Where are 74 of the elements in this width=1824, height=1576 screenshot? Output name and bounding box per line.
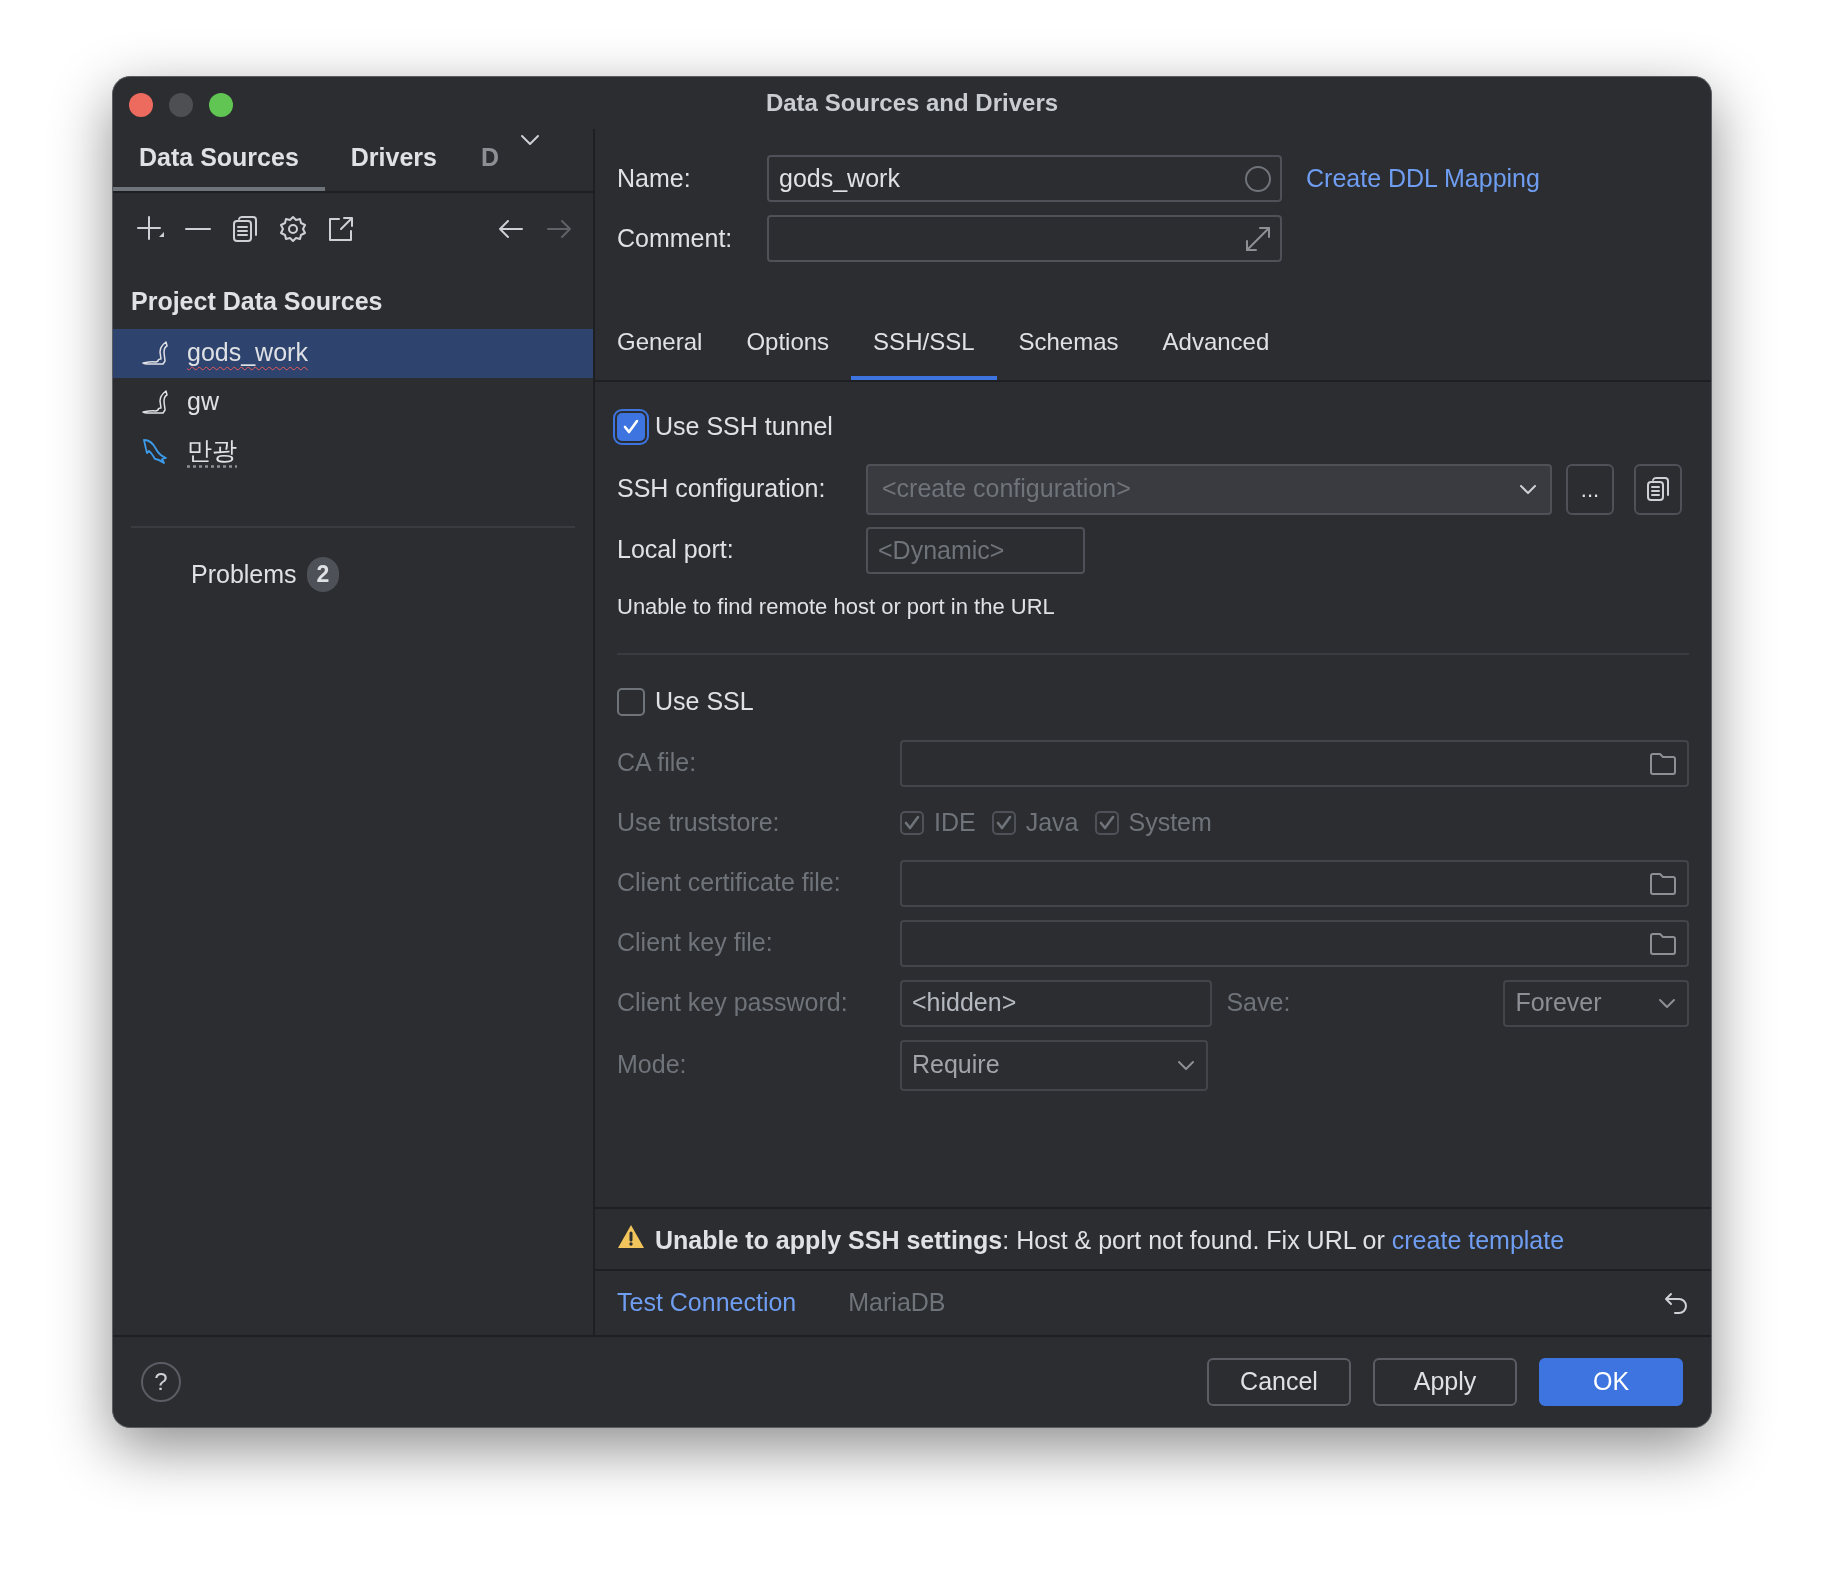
field-label: Name: (617, 162, 692, 194)
warning-icon (617, 1223, 645, 1251)
export-button[interactable] (327, 215, 355, 243)
field-label: Mode: (617, 1049, 688, 1081)
folder-icon (1649, 750, 1677, 776)
revert-button[interactable] (1663, 1290, 1689, 1316)
client-certificate-file-field[interactable] (900, 859, 1689, 907)
ca-file-field[interactable] (900, 739, 1689, 787)
sidebar-tab[interactable]: Data Sources (113, 129, 325, 191)
settings-button[interactable] (279, 215, 307, 243)
copy-icon (231, 215, 259, 243)
sidebar-tab[interactable]: Drivers (324, 129, 463, 191)
check-icon (622, 417, 640, 436)
tab[interactable]: Schemas (996, 312, 1141, 380)
external-arrow-icon (327, 215, 355, 243)
expand-icon (1244, 224, 1272, 253)
field-label: Use truststore: (617, 807, 781, 839)
zoom-button[interactable] (209, 93, 233, 117)
dialog-button[interactable]: Apply (1373, 1358, 1517, 1406)
copy-button[interactable] (1634, 463, 1682, 515)
data-source-item[interactable]: gods_work (113, 328, 593, 378)
data-source-item[interactable]: gw (113, 377, 593, 427)
field-label: Save: (1226, 987, 1292, 1019)
duplicate-button[interactable] (231, 215, 259, 243)
field-label: Local port: (617, 534, 735, 566)
client-key-file-field[interactable] (900, 919, 1689, 967)
checkbox-label[interactable]: Use SSH tunnel (655, 408, 833, 446)
window-title: Data Sources and Drivers (765, 88, 1059, 118)
seal-icon (141, 339, 171, 367)
remove-button[interactable] (185, 227, 211, 231)
folder-icon (1649, 870, 1677, 896)
problems-label[interactable]: Problems (191, 555, 297, 593)
minus-icon (185, 227, 211, 231)
driver-label: MariaDB (848, 1287, 946, 1319)
warning-message: Unable to apply SSH settings: Host & port not found. Fix URL or create template (655, 1225, 1565, 1256)
settings-icon (279, 215, 307, 243)
create-template-link[interactable]: create template (1391, 1226, 1565, 1254)
tab[interactable]: Advanced (1140, 312, 1292, 380)
data-source-item[interactable]: 만광 (113, 426, 593, 476)
undo-icon (1663, 1290, 1689, 1316)
dialog-button[interactable]: Cancel (1207, 1358, 1351, 1406)
circle-icon (1244, 164, 1272, 193)
info-message: Unable to find remote host or port in the URL (617, 592, 1056, 621)
add-button[interactable] (137, 215, 165, 243)
field-label: CA file: (617, 747, 698, 779)
local-port-field[interactable]: <Dynamic> (866, 526, 1085, 574)
field-label: Client certificate file: (617, 867, 842, 899)
check-icon (1097, 814, 1116, 832)
close-button[interactable] (129, 93, 153, 117)
plus-icon (137, 215, 165, 243)
ssh-configuration-dropdown[interactable]: <create configuration> (866, 463, 1552, 515)
configuration-input[interactable]: <create configuration> (880, 469, 1518, 509)
field-label: Comment: (617, 222, 734, 254)
count-badge: 2 (306, 557, 340, 592)
sidebar-tab[interactable]: D (480, 129, 509, 191)
more-button[interactable]: ... (1566, 463, 1614, 515)
tab[interactable]: Options (724, 312, 852, 380)
folder-icon (1649, 930, 1677, 956)
copy-icon (1645, 476, 1671, 502)
check-icon (903, 814, 921, 832)
tab[interactable]: SSH/SSL (851, 312, 997, 380)
dialog-button[interactable]: OK (1539, 1358, 1683, 1406)
comment-field[interactable] (767, 215, 1282, 262)
field-label: Client key password: (617, 987, 849, 1019)
field-label: Client key file: (617, 927, 774, 959)
field-label: SSH configuration: (617, 473, 827, 505)
tab[interactable]: General (595, 312, 725, 380)
section-title: Project Data Sources (130, 286, 384, 317)
test-connection-link[interactable]: Test Connection (617, 1284, 797, 1322)
name-field[interactable]: gods_work (767, 155, 1282, 202)
help-button[interactable]: ? (141, 1362, 181, 1402)
check-icon (994, 814, 1013, 832)
create-ddl-mapping-link[interactable]: Create DDL Mapping (1306, 159, 1540, 198)
seal-icon (141, 388, 171, 416)
